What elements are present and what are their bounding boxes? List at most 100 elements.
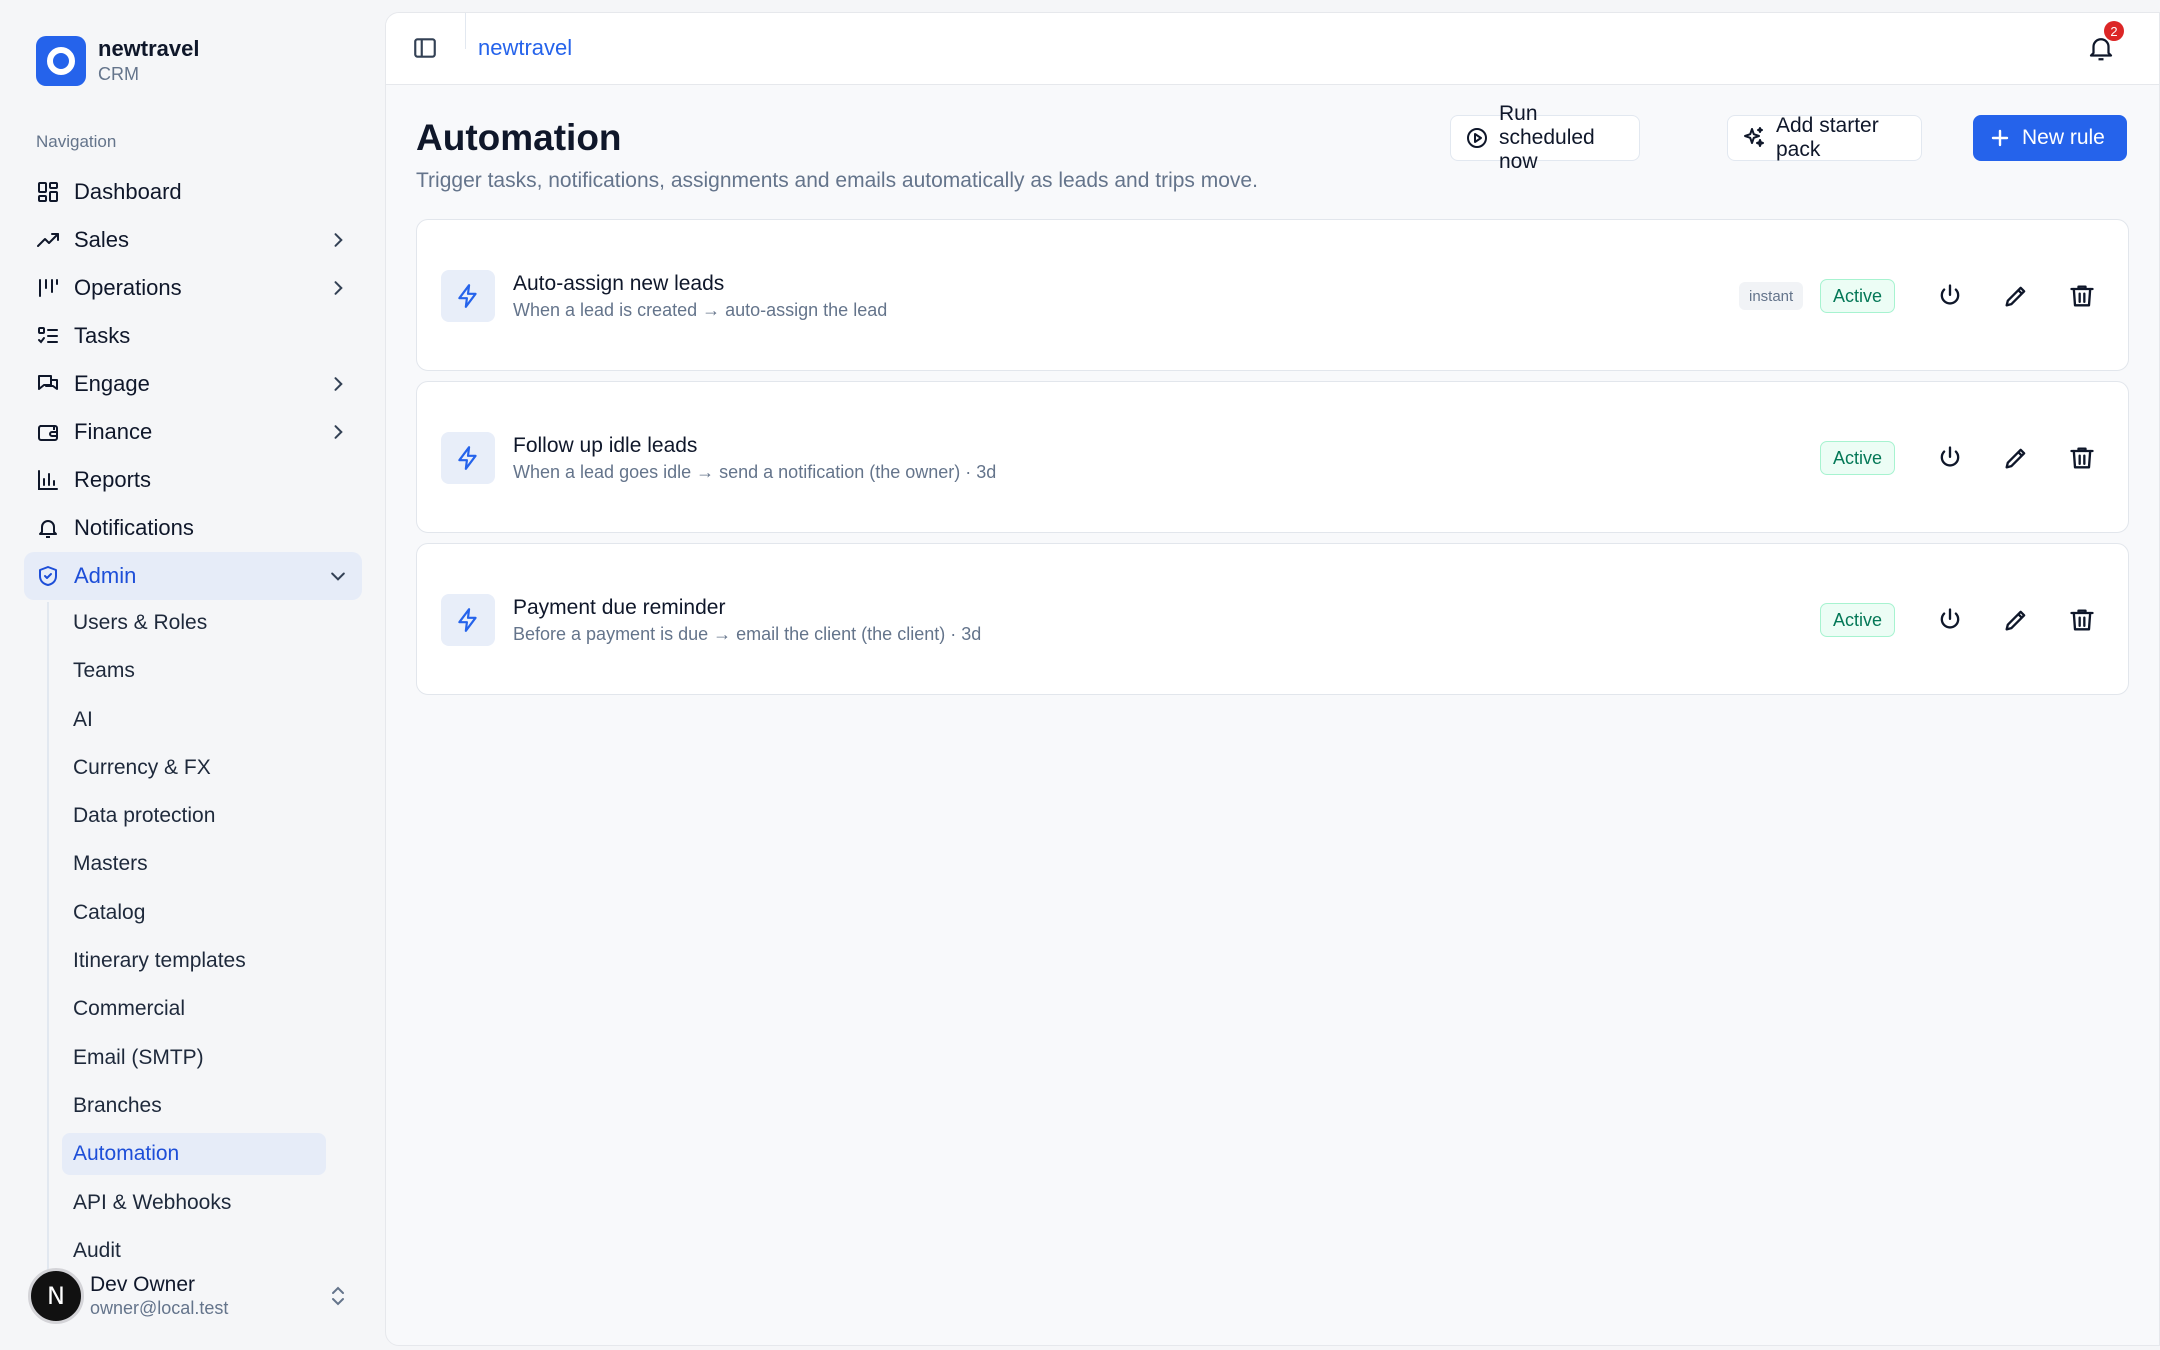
chevron-down-icon xyxy=(328,566,348,586)
rule-description: Before a payment is due → email the clie… xyxy=(513,624,982,644)
status-badge: Active xyxy=(1820,441,1896,475)
sidebar: newtravel CRM Navigation Dashboard Sales… xyxy=(0,0,384,1350)
run-scheduled-label: Run scheduled now xyxy=(1499,102,1595,173)
lightning-icon xyxy=(441,270,495,322)
play-circle-icon xyxy=(1465,126,1489,150)
dashboard-icon xyxy=(36,180,60,204)
sidebar-subitem-data-protection[interactable]: Data protection xyxy=(62,795,326,837)
columns-icon xyxy=(36,276,60,300)
user-name: Dev Owner xyxy=(90,1273,196,1296)
sidebar-item-finance[interactable]: Finance xyxy=(24,408,362,456)
chat-icon xyxy=(36,372,60,396)
add-starter-pack-label: Add starter pack xyxy=(1776,114,1879,161)
sidebar-item-label: Tasks xyxy=(74,323,131,348)
brand[interactable]: newtravel CRM xyxy=(36,36,200,86)
lightning-icon xyxy=(441,432,495,484)
add-starter-pack-button[interactable]: Add starter pack xyxy=(1727,114,1922,161)
sidebar-subitem-currency-fx[interactable]: Currency & FX xyxy=(62,747,326,789)
new-rule-label: New rule xyxy=(2022,126,2105,149)
nav-section-label: Navigation xyxy=(36,132,117,151)
rule-name: Follow up idle leads xyxy=(513,434,698,457)
sidebar-subitem-ai[interactable]: AI xyxy=(62,699,326,741)
sidebar-item-label: Dashboard xyxy=(74,179,182,204)
delete-trash-icon[interactable] xyxy=(2068,444,2096,472)
trending-up-icon xyxy=(36,228,60,252)
sidebar-subitem-catalog[interactable]: Catalog xyxy=(62,892,326,934)
sidebar-subitem-email-smtp[interactable]: Email (SMTP) xyxy=(62,1037,326,1079)
sidebar-toggle-icon[interactable] xyxy=(412,35,438,61)
sidebar-subitem-audit[interactable]: Audit xyxy=(62,1230,326,1270)
sidebar-subitem-masters[interactable]: Masters xyxy=(62,843,326,885)
chevron-right-icon xyxy=(328,230,348,250)
run-scheduled-button[interactable]: Run scheduled now xyxy=(1450,102,1640,173)
admin-subnav: Users & Roles Teams AI Currency & FX Dat… xyxy=(24,602,362,1270)
sparkles-icon xyxy=(1742,126,1766,150)
topbar-divider xyxy=(465,13,466,49)
sidebar-item-label: Engage xyxy=(74,371,150,396)
new-rule-button[interactable]: New rule xyxy=(1973,115,2127,161)
topbar: newtravel 2 xyxy=(386,13,2159,85)
chevrons-up-down-icon xyxy=(328,1284,348,1308)
sidebar-item-reports[interactable]: Reports xyxy=(24,456,362,504)
status-badge: Active xyxy=(1820,603,1896,637)
brand-subtitle: CRM xyxy=(98,64,139,84)
sidebar-item-label: Notifications xyxy=(74,515,194,540)
page-title: Automation xyxy=(416,117,622,158)
wallet-icon xyxy=(36,420,60,444)
edit-pencil-icon[interactable] xyxy=(2002,606,2030,634)
main-panel: newtravel 2 Automation Trigger tasks, no… xyxy=(385,12,2160,1346)
sidebar-item-label: Finance xyxy=(74,419,153,444)
user-menu[interactable]: N Dev Owner owner@local.test xyxy=(28,1266,358,1326)
rule-card[interactable]: Auto-assign new leads When a lead is cre… xyxy=(416,219,2129,371)
edit-pencil-icon[interactable] xyxy=(2002,444,2030,472)
sidebar-subitem-users-roles[interactable]: Users & Roles xyxy=(62,602,326,644)
sidebar-subitem-itinerary-templates[interactable]: Itinerary templates xyxy=(62,940,326,982)
subnav-guide-line xyxy=(47,602,49,1270)
chevron-right-icon xyxy=(328,278,348,298)
rule-description: When a lead is created → auto-assign the… xyxy=(513,300,888,320)
main-nav: Dashboard Sales Operations Tasks Engage … xyxy=(24,168,362,1270)
power-toggle-icon[interactable] xyxy=(1936,444,1964,472)
avatar: N xyxy=(28,1268,84,1324)
breadcrumb[interactable]: newtravel xyxy=(478,35,572,61)
sidebar-subitem-branches[interactable]: Branches xyxy=(62,1085,326,1127)
plus-icon xyxy=(1988,126,2012,150)
rule-name: Auto-assign new leads xyxy=(513,272,725,295)
trigger-type-tag: instant xyxy=(1739,282,1804,310)
lightning-icon xyxy=(441,594,495,646)
bar-chart-icon xyxy=(36,468,60,492)
edit-pencil-icon[interactable] xyxy=(2002,282,2030,310)
delete-trash-icon[interactable] xyxy=(2068,606,2096,634)
sidebar-item-label: Sales xyxy=(74,227,130,252)
sidebar-subitem-teams[interactable]: Teams xyxy=(62,650,326,692)
sidebar-subitem-automation[interactable]: Automation xyxy=(62,1133,326,1176)
sidebar-item-dashboard[interactable]: Dashboard xyxy=(24,168,362,216)
sidebar-item-label: Admin xyxy=(74,563,137,588)
bell-icon xyxy=(36,516,60,540)
sidebar-subitem-commercial[interactable]: Commercial xyxy=(62,988,326,1030)
power-toggle-icon[interactable] xyxy=(1936,282,1964,310)
sidebar-item-label: Reports xyxy=(74,467,152,492)
sidebar-item-label: Operations xyxy=(74,275,182,300)
sidebar-item-tasks[interactable]: Tasks xyxy=(24,312,362,360)
rule-card[interactable]: Follow up idle leads When a lead goes id… xyxy=(416,381,2129,533)
sidebar-item-sales[interactable]: Sales xyxy=(24,216,362,264)
logo-icon xyxy=(36,36,86,86)
rule-card[interactable]: Payment due reminder Before a payment is… xyxy=(416,543,2129,695)
user-email: owner@local.test xyxy=(90,1298,229,1318)
rule-description: When a lead goes idle → send a notificat… xyxy=(513,462,997,482)
sidebar-item-admin[interactable]: Admin xyxy=(24,552,362,600)
power-toggle-icon[interactable] xyxy=(1936,606,1964,634)
sidebar-item-notifications[interactable]: Notifications xyxy=(24,504,362,552)
sidebar-item-engage[interactable]: Engage xyxy=(24,360,362,408)
sidebar-item-operations[interactable]: Operations xyxy=(24,264,362,312)
status-badge: Active xyxy=(1820,279,1896,313)
notification-count-badge: 2 xyxy=(2104,21,2124,41)
brand-name: newtravel xyxy=(98,36,200,61)
chevron-right-icon xyxy=(328,422,348,442)
chevron-right-icon xyxy=(328,374,348,394)
checklist-icon xyxy=(36,324,60,348)
sidebar-subitem-api-webhooks[interactable]: API & Webhooks xyxy=(62,1182,326,1224)
page-description: Trigger tasks, notifications, assignment… xyxy=(416,169,1258,192)
delete-trash-icon[interactable] xyxy=(2068,282,2096,310)
